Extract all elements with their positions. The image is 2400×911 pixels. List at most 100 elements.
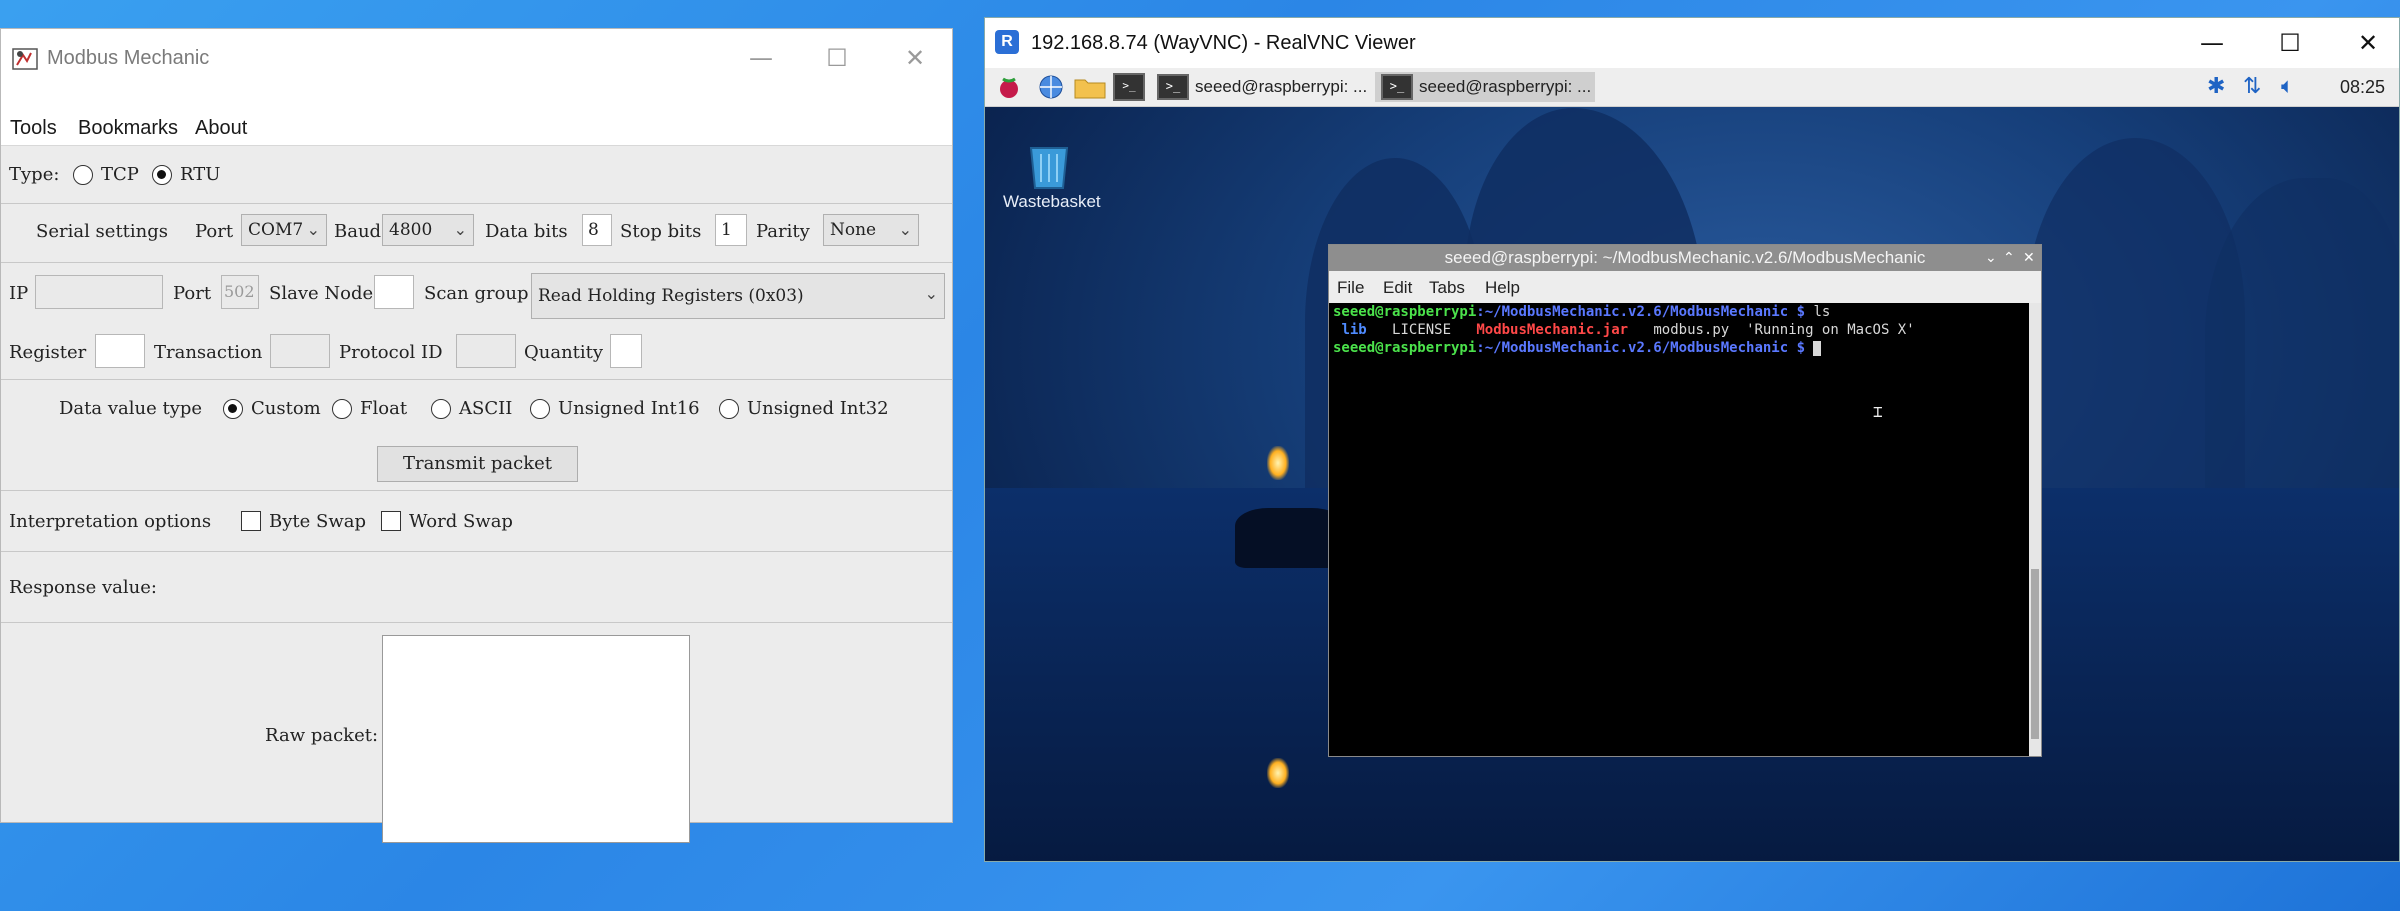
terminal-menu-help[interactable]: Help (1485, 278, 1520, 298)
maximize-button[interactable]: ☐ (815, 39, 859, 77)
vnc-title-bar: R 192.168.8.74 (WayVNC) - RealVNC Viewer… (985, 18, 2399, 68)
wastebasket-label: Wastebasket (1003, 192, 1101, 211)
close-button[interactable]: ✕ (893, 39, 937, 77)
chevron-down-icon: ⌄ (924, 284, 938, 303)
chevron-down-icon: ⌄ (306, 220, 320, 239)
byte-swap-checkbox[interactable] (241, 511, 261, 531)
scrollbar-thumb[interactable] (2031, 569, 2039, 739)
ip-input[interactable] (35, 275, 163, 309)
response-row: Response value: (1, 552, 952, 623)
raspberry-menu-icon[interactable] (995, 73, 1023, 101)
prompt-user: seeed@raspberrypi (1333, 304, 1477, 320)
browser-globe-icon[interactable] (1037, 73, 1065, 101)
ls-item: LICENSE (1392, 322, 1452, 338)
bluetooth-icon[interactable]: ✱ (2207, 74, 2225, 99)
scan-group-select[interactable]: Read Holding Registers (0x03) ⌄ (531, 273, 945, 319)
word-swap-checkbox[interactable] (381, 511, 401, 531)
stop-bits-label: Stop bits (620, 221, 702, 242)
rtu-label: RTU (180, 164, 221, 185)
protocol-id-input[interactable] (456, 334, 516, 368)
raw-packet-row: Raw packet: (1, 623, 952, 843)
data-bits-input[interactable]: 8 (582, 214, 612, 246)
minimize-button[interactable]: — (739, 39, 783, 77)
ls-item: 'Running on MacOS X' (1746, 322, 1915, 338)
command-text: ls (1805, 304, 1831, 320)
modbus-app-icon (12, 48, 38, 70)
scan-group-label: Scan group (424, 283, 529, 304)
ascii-radio[interactable] (431, 399, 451, 419)
terminal-output[interactable]: seeed@raspberrypi:~/ModbusMechanic.v2.6/… (1329, 303, 2029, 756)
vnc-close-button[interactable]: ✕ (2341, 24, 2395, 62)
tcp-radio[interactable] (73, 165, 93, 185)
uint32-radio[interactable] (719, 399, 739, 419)
vnc-window-title: 192.168.8.74 (WayVNC) - RealVNC Viewer (1031, 32, 1416, 54)
parameters-row: Register Transaction Protocol ID Quantit… (1, 323, 952, 380)
baud-select-value: 4800 (389, 220, 433, 240)
quantity-input[interactable] (610, 334, 642, 368)
chevron-down-icon: ⌄ (453, 220, 467, 239)
parity-select[interactable]: None ⌄ (823, 214, 919, 246)
ls-item: modbus.py (1653, 322, 1730, 338)
network-arrows-icon[interactable]: ⇅ (2243, 74, 2261, 99)
word-swap-label: Word Swap (409, 511, 513, 532)
tcp-label: TCP (101, 164, 139, 185)
realvnc-viewer-window: R 192.168.8.74 (WayVNC) - RealVNC Viewer… (984, 17, 2400, 862)
rtu-radio[interactable] (152, 165, 172, 185)
terminal-close-button[interactable]: ✕ (2023, 245, 2035, 271)
task-label: seeed@raspberrypi: ... (1419, 77, 1592, 96)
serial-settings-label: Serial settings (36, 221, 169, 242)
slave-node-input[interactable] (374, 275, 414, 309)
window-title: Modbus Mechanic (47, 47, 210, 69)
menu-tools[interactable]: Tools (10, 117, 57, 140)
file-manager-folder-icon[interactable] (1073, 73, 1107, 101)
tcp-port-label: Port (173, 283, 212, 304)
clock: 08:25 (2339, 77, 2385, 97)
taskbar-task-terminal-1[interactable]: >_ seeed@raspberrypi: ... (1151, 72, 1371, 102)
terminal-line-1: seeed@raspberrypi:~/ModbusMechanic.v2.6/… (1333, 303, 2025, 321)
protocol-id-label: Protocol ID (339, 342, 443, 363)
text-cursor (1813, 340, 1822, 356)
interpretation-row: Interpretation options Byte Swap Word Sw… (1, 491, 952, 552)
prompt-user: seeed@raspberrypi (1333, 340, 1477, 356)
terminal-menu-file[interactable]: File (1337, 278, 1364, 298)
taskbar-task-terminal-2[interactable]: >_ seeed@raspberrypi: ... (1375, 72, 1595, 102)
ip-label: IP (9, 283, 29, 304)
terminal-menu-tabs[interactable]: Tabs (1429, 278, 1465, 298)
data-bits-label: Data bits (485, 221, 568, 242)
menu-bookmarks[interactable]: Bookmarks (78, 117, 178, 140)
float-label: Float (360, 398, 408, 419)
raw-packet-label: Raw packet: (265, 725, 379, 746)
baud-label: Baud (334, 221, 382, 242)
menu-about[interactable]: About (195, 117, 247, 140)
baud-select[interactable]: 4800 ⌄ (382, 214, 474, 246)
lantern-reflection (1267, 758, 1289, 788)
vnc-maximize-button[interactable]: ☐ (2263, 24, 2317, 62)
raspberry-pi-desktop: >_ >_ seeed@raspberrypi: ... >_ seeed@ra… (985, 68, 2399, 861)
custom-radio[interactable] (223, 399, 243, 419)
register-input[interactable] (95, 334, 145, 368)
float-radio[interactable] (332, 399, 352, 419)
terminal-maximize-button[interactable]: ⌃ (2003, 245, 2015, 271)
terminal-launcher-icon[interactable]: >_ (1113, 73, 1145, 101)
volume-icon[interactable]: 🔈︎ (2281, 74, 2294, 99)
chevron-down-icon: ⌄ (898, 220, 912, 239)
port-label: Port (195, 221, 234, 242)
title-bar: Modbus Mechanic — ☐ ✕ (1, 29, 952, 87)
terminal-minimize-button[interactable]: ⌄ (1985, 245, 1997, 271)
terminal-scrollbar[interactable] (2029, 303, 2041, 756)
port-select[interactable]: COM7 ⌄ (241, 214, 327, 246)
interpretation-label: Interpretation options (9, 511, 212, 532)
transmit-packet-button[interactable]: Transmit packet (377, 446, 578, 482)
stop-bits-input[interactable]: 1 (715, 214, 747, 246)
uint16-radio[interactable] (530, 399, 550, 419)
raw-packet-textarea[interactable] (382, 635, 690, 843)
terminal-menu-edit[interactable]: Edit (1383, 278, 1412, 298)
prompt-path: :~/ModbusMechanic.v2.6/ModbusMechanic $ (1476, 340, 1806, 356)
terminal-title: seeed@raspberrypi: ~/ModbusMechanic.v2.6… (1329, 245, 2041, 271)
tcp-port-input[interactable]: 502 (221, 275, 259, 309)
transaction-input[interactable] (270, 334, 330, 368)
vnc-minimize-button[interactable]: — (2185, 24, 2239, 62)
wastebasket-icon[interactable] (1027, 142, 1071, 190)
prompt-path: :~/ModbusMechanic.v2.6/ModbusMechanic $ (1476, 304, 1806, 320)
custom-label: Custom (251, 398, 321, 419)
